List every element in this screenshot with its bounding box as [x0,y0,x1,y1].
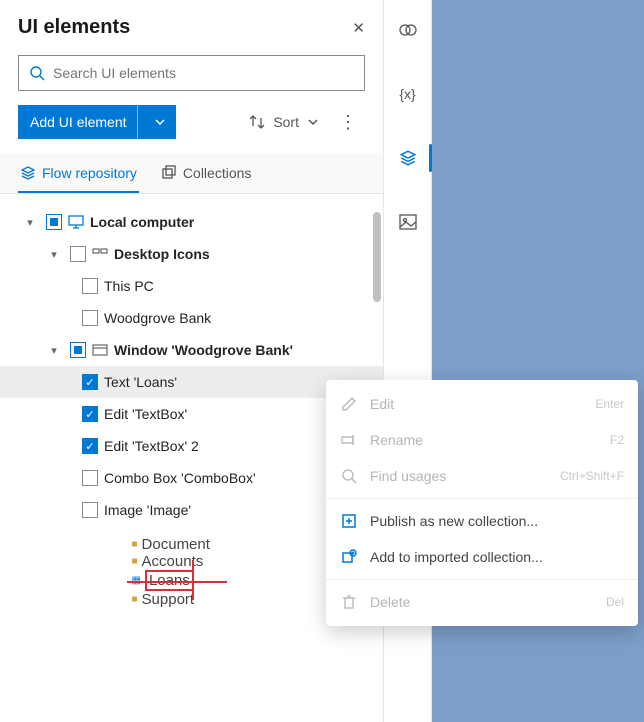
tree-label: Desktop Icons [114,246,210,262]
tree-node-local-computer[interactable]: ▾ Local computer [0,206,383,238]
checkbox[interactable] [82,470,98,486]
ctx-label: Add to imported collection... [370,549,543,565]
ctx-shortcut: F2 [610,433,624,447]
collections-icon [161,165,177,181]
sort-label: Sort [273,114,299,130]
sort-button[interactable]: Sort [245,110,323,134]
tab-flow-label: Flow repository [42,165,137,181]
checkbox[interactable]: ✓ [82,374,98,390]
search-input[interactable] [53,65,354,81]
scrollbar-thumb[interactable] [373,212,381,302]
checkbox[interactable] [82,502,98,518]
edit-icon [340,395,358,413]
preview-text: Document [142,536,210,553]
desktop-icon [92,246,108,262]
checkbox[interactable] [70,342,86,358]
chevron-down-icon[interactable]: ▾ [44,344,64,357]
ctx-label: Delete [370,594,410,610]
element-preview: ■Document ■Accounts ▦ Loans ■Support [132,536,252,608]
ctx-find-usages[interactable]: Find usages Ctrl+Shift+F [326,458,638,494]
checkbox[interactable] [82,310,98,326]
tree-node-window-woodgrove[interactable]: ▾ Window 'Woodgrove Bank' [0,334,383,366]
add-to-icon [340,548,358,566]
find-icon [340,467,358,485]
rail-ui-elements-icon[interactable] [388,138,428,178]
context-menu: Edit Enter Rename F2 Find usages Ctrl+Sh… [326,380,638,626]
rail-variables-icon[interactable]: {x} [388,74,428,114]
chevron-down-icon[interactable]: ▾ [20,216,40,229]
checkbox[interactable]: ✓ [82,406,98,422]
tree-label: Edit 'TextBox' 2 [104,438,199,454]
tree-label: This PC [104,278,154,294]
close-icon[interactable]: ✕ [352,19,365,37]
ctx-label: Find usages [370,468,446,484]
add-ui-element-label: Add UI element [30,114,127,130]
checkbox[interactable] [70,246,86,262]
tree-label: Window 'Woodgrove Bank' [114,342,293,358]
chevron-down-icon[interactable]: ▾ [44,248,64,261]
tree-node-woodgrove-bank[interactable]: Woodgrove Bank [0,302,383,334]
ctx-separator [326,498,638,499]
tab-collections-label: Collections [183,165,251,181]
ctx-edit[interactable]: Edit Enter [326,386,638,422]
tree-node-this-pc[interactable]: This PC [0,270,383,302]
panel-title: UI elements [18,16,130,39]
button-divider [137,105,138,139]
tree-label: Edit 'TextBox' [104,406,187,422]
ctx-publish-collection[interactable]: Publish as new collection... [326,503,638,539]
preview-text: Accounts [142,553,204,570]
ctx-label: Rename [370,432,423,448]
rename-icon [340,431,358,449]
checkbox[interactable] [82,278,98,294]
tree-label: Local computer [90,214,194,230]
ctx-shortcut: Ctrl+Shift+F [560,469,624,483]
monitor-icon [68,214,84,230]
ctx-delete[interactable]: Delete Del [326,584,638,620]
ctx-shortcut: Enter [595,397,624,411]
tree-label: Woodgrove Bank [104,310,211,326]
ctx-shortcut: Del [606,595,624,609]
ctx-separator [326,579,638,580]
tab-collections[interactable]: Collections [159,153,253,193]
more-options-button[interactable]: ⋮ [329,107,367,137]
preview-text: Support [142,591,195,608]
tree-node-desktop-icons[interactable]: ▾ Desktop Icons [0,238,383,270]
tree-label: Combo Box 'ComboBox' [104,470,256,486]
ctx-rename[interactable]: Rename F2 [326,422,638,458]
tree-label: Image 'Image' [104,502,191,518]
search-input-container[interactable] [18,55,365,91]
checkbox[interactable]: ✓ [82,438,98,454]
delete-icon [340,593,358,611]
chevron-down-icon [307,116,319,128]
layers-icon [20,165,36,181]
ctx-add-imported-collection[interactable]: Add to imported collection... [326,539,638,575]
tree-label: Text 'Loans' [104,374,177,390]
rail-images-icon[interactable] [388,202,428,242]
ctx-label: Publish as new collection... [370,513,538,529]
publish-icon [340,512,358,530]
chevron-down-icon[interactable] [144,116,176,128]
search-icon [29,65,45,81]
add-ui-element-button[interactable]: Add UI element [18,105,176,139]
ctx-label: Edit [370,396,394,412]
sort-icon [249,114,265,130]
window-icon [92,342,108,358]
tab-flow-repository[interactable]: Flow repository [18,153,139,193]
rail-copilot-icon[interactable] [388,10,428,50]
checkbox[interactable] [46,214,62,230]
